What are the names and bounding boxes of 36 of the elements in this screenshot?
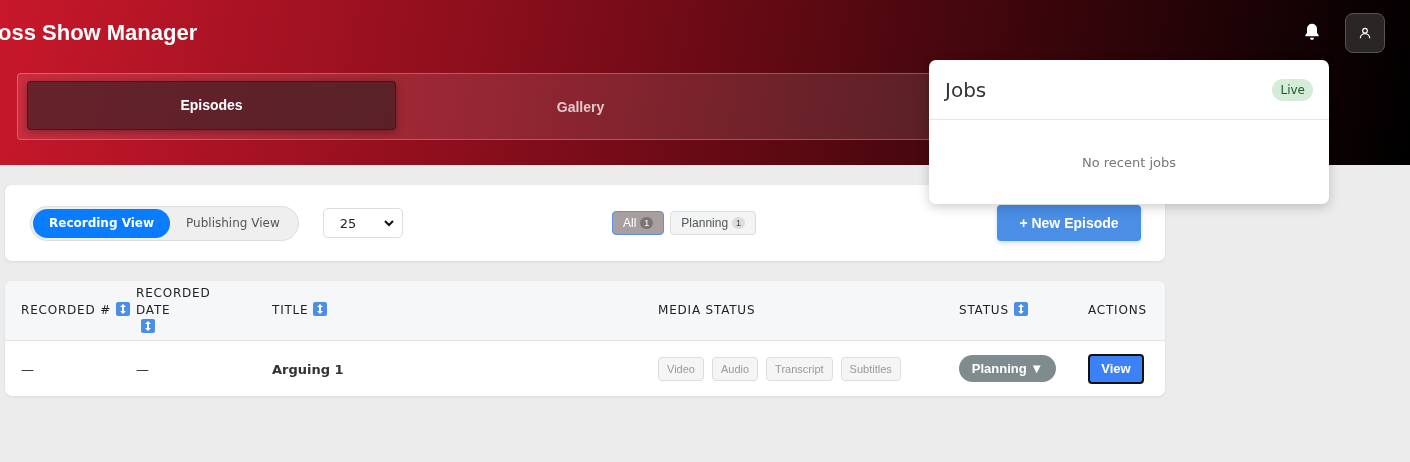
column-header: TITLE bbox=[272, 302, 309, 319]
sort-icon[interactable] bbox=[313, 302, 328, 316]
sort-icon[interactable] bbox=[1013, 302, 1028, 316]
table-cell: — bbox=[21, 362, 34, 377]
column-header: STATUS bbox=[959, 302, 1009, 319]
count-badge: 1 bbox=[732, 217, 746, 229]
episode-title: Arguing 1 bbox=[272, 362, 344, 377]
media-tag: Video bbox=[658, 356, 704, 381]
view-option[interactable]: Recording View bbox=[33, 208, 171, 238]
count-badge: 1 bbox=[640, 217, 654, 229]
filter-chip[interactable]: Planning 1 bbox=[670, 211, 757, 235]
empty-message: No recent jobs bbox=[1081, 154, 1177, 170]
nav-tab[interactable]: Episodes bbox=[27, 81, 396, 130]
media-tag: Transcript bbox=[766, 356, 833, 381]
status-dropdown[interactable]: Planning ▼ bbox=[959, 355, 1056, 382]
page-size-select[interactable]: 25 bbox=[322, 208, 403, 238]
table-cell: — bbox=[136, 362, 149, 377]
column-header: MEDIA STATUS bbox=[658, 302, 756, 319]
live-badge: Live bbox=[1272, 78, 1313, 101]
sort-icon[interactable] bbox=[141, 319, 155, 333]
column-header: RECORDED DATE bbox=[136, 285, 212, 319]
bell-icon[interactable] bbox=[1302, 22, 1322, 42]
user-button[interactable] bbox=[1345, 13, 1385, 53]
new-episode-button[interactable]: + New Episode bbox=[997, 205, 1141, 241]
column-header: RECORDED # bbox=[21, 302, 111, 319]
sort-icon[interactable] bbox=[116, 302, 130, 316]
view-option[interactable]: Publishing View bbox=[170, 208, 296, 238]
nav-tab[interactable]: Gallery bbox=[396, 81, 765, 130]
media-tag: Subtitles bbox=[840, 356, 901, 381]
view-button[interactable]: View bbox=[1088, 353, 1144, 384]
filter-chip[interactable]: All 1 bbox=[612, 211, 665, 235]
popover-title: Jobs bbox=[945, 77, 987, 102]
media-tag: Audio bbox=[711, 356, 759, 381]
column-header: ACTIONS bbox=[1088, 302, 1147, 319]
user-icon bbox=[1358, 26, 1372, 40]
chevron-icon bbox=[383, 219, 394, 227]
